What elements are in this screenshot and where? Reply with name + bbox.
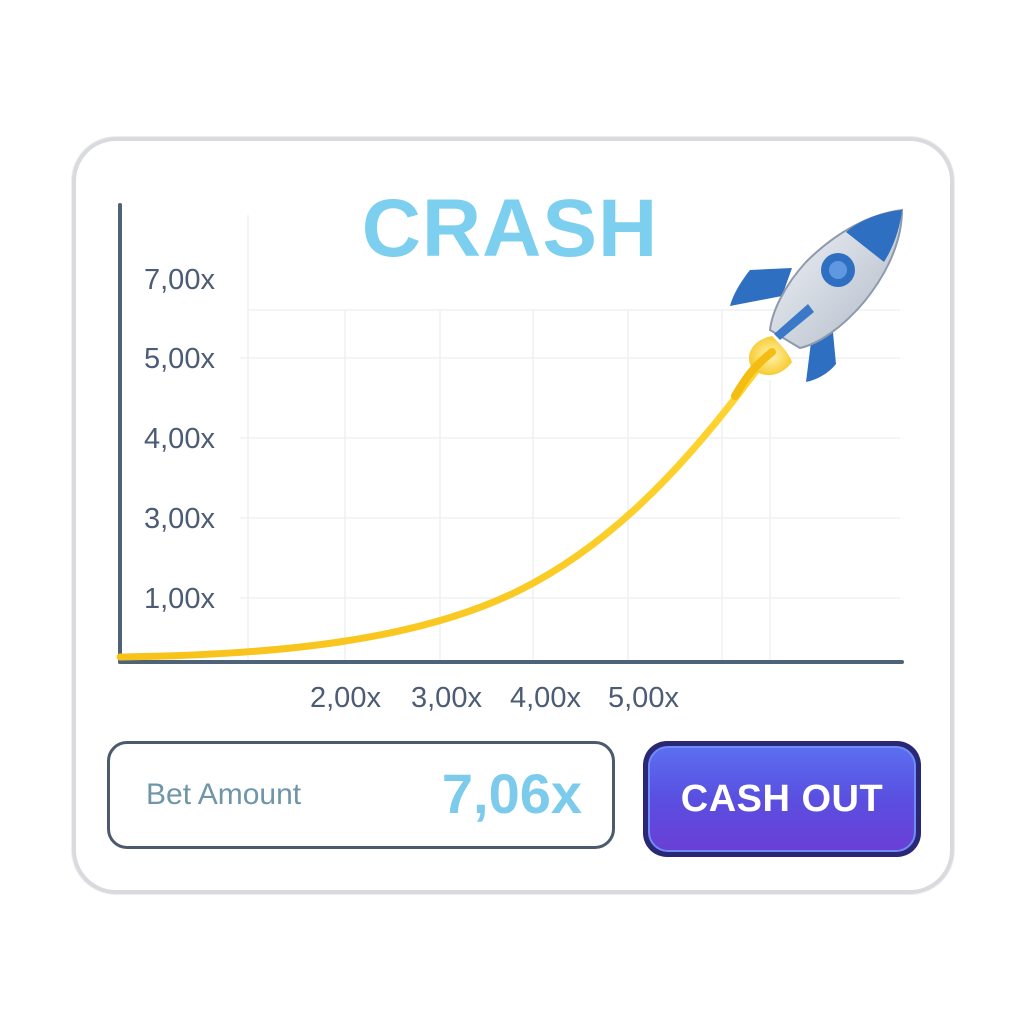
x-tick-label: 5,00x [608, 682, 679, 714]
x-tick-label: 4,00x [510, 682, 581, 714]
cash-out-button[interactable]: CASH OUT [643, 741, 921, 857]
x-tick-label: 2,00x [310, 682, 381, 714]
current-multiplier: 7,06x [441, 762, 582, 825]
x-tick-label: 3,00x [411, 682, 482, 714]
game-title: CRASH [361, 183, 659, 274]
bet-amount-field[interactable]: Bet Amount 7,06x [107, 741, 615, 849]
y-tick-label: 5,00x [144, 343, 215, 375]
y-tick-label: 3,00x [144, 503, 215, 535]
y-tick-label: 1,00x [144, 583, 215, 615]
y-tick-label: 4,00x [144, 423, 215, 455]
cash-out-label: CASH OUT [648, 746, 916, 852]
bet-amount-label: Bet Amount [146, 778, 302, 811]
y-tick-label: 7,00x [144, 264, 215, 296]
